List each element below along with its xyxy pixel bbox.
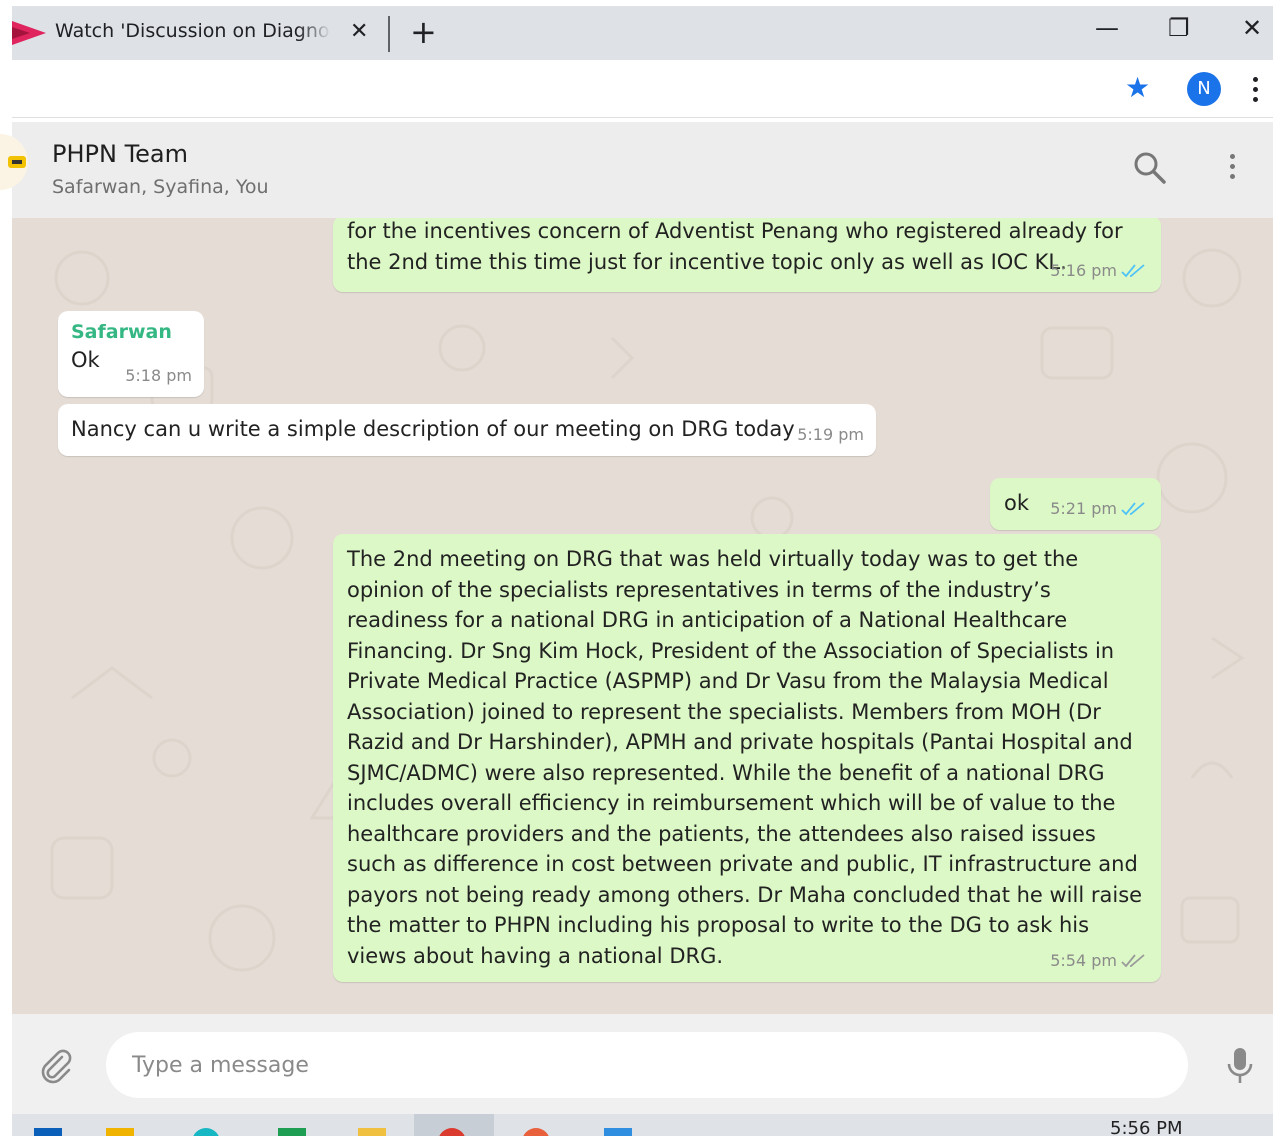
message-bubble[interactable]: The 2nd meeting on DRG that was held vir…	[333, 534, 1161, 982]
message-bubble[interactable]: Safarwan Ok 5:18 pm	[58, 311, 204, 397]
group-avatar[interactable]	[0, 134, 28, 190]
os-taskbar: 5:56 PM	[12, 1114, 1273, 1136]
message-meta: 5:16 pm	[1050, 256, 1147, 287]
chat-messages[interactable]: for the incentives concern of Adventist …	[12, 218, 1273, 1014]
message-time: 5:54 pm	[1050, 950, 1117, 970]
search-icon[interactable]	[1132, 150, 1168, 186]
message-text: Ok	[71, 348, 100, 372]
message-input[interactable]	[106, 1032, 1188, 1098]
delivered-ticks-icon	[1121, 954, 1145, 968]
message-text: ok	[1004, 491, 1030, 515]
browser-menu-icon[interactable]	[1245, 74, 1265, 104]
close-tab-icon[interactable]: ✕	[350, 19, 368, 45]
message-composer	[12, 1014, 1273, 1114]
paperclip-icon[interactable]	[38, 1048, 74, 1084]
read-ticks-icon	[1121, 264, 1145, 278]
restore-button[interactable]: ❐	[1168, 14, 1190, 42]
chat-members: Safarwan, Syafina, You	[52, 176, 269, 198]
tab-separator	[388, 16, 390, 52]
play-icon	[12, 21, 46, 45]
browser-toolbar: ★ N	[12, 60, 1273, 118]
message-time: 5:21 pm	[1050, 498, 1117, 518]
message-time: 5:16 pm	[1050, 260, 1117, 280]
message-meta: 5:18 pm	[125, 361, 192, 392]
folder-icon[interactable]	[358, 1128, 386, 1136]
message-text: for the incentives concern of Adventist …	[347, 219, 1123, 274]
chat-menu-icon[interactable]	[1222, 150, 1242, 186]
new-tab-button[interactable]: +	[410, 14, 437, 50]
chat-title: PHPN Team	[52, 140, 189, 168]
start-icon[interactable]	[34, 1128, 62, 1136]
message-meta: 5:19 pm	[797, 420, 864, 451]
app-icon[interactable]	[522, 1128, 550, 1136]
read-ticks-icon	[1121, 502, 1145, 516]
browser-tab-strip: Watch 'Discussion on Diagnosis-related ✕…	[12, 6, 1273, 60]
message-bubble[interactable]: ok 5:21 pm	[990, 478, 1161, 530]
message-meta: 5:54 pm	[1050, 946, 1147, 977]
excel-icon[interactable]	[278, 1128, 306, 1136]
edge-icon[interactable]	[192, 1128, 220, 1136]
minimize-button[interactable]: —	[1095, 14, 1119, 42]
file-explorer-icon[interactable]	[106, 1128, 134, 1136]
window-close-button[interactable]: ✕	[1242, 14, 1262, 42]
message-bubble[interactable]: for the incentives concern of Adventist …	[333, 218, 1161, 292]
message-text: The 2nd meeting on DRG that was held vir…	[347, 547, 1143, 968]
group-logo-icon	[8, 156, 26, 168]
message-bubble[interactable]: Nancy can u write a simple description o…	[58, 404, 876, 456]
star-icon[interactable]: ★	[1125, 73, 1150, 103]
browser-tab[interactable]: Watch 'Discussion on Diagnosis-related ✕	[12, 6, 387, 60]
message-sender: Safarwan	[71, 321, 172, 343]
message-meta: 5:21 pm	[1050, 494, 1147, 525]
message-time: 5:19 pm	[797, 424, 864, 444]
message-time: 5:18 pm	[125, 365, 192, 385]
tab-title: Watch 'Discussion on Diagnosis-related	[55, 20, 331, 42]
microphone-icon[interactable]	[1226, 1046, 1254, 1086]
chat-header[interactable]: PHPN Team Safarwan, Syafina, You	[0, 122, 1273, 218]
mail-icon[interactable]	[604, 1128, 632, 1136]
message-text: Nancy can u write a simple description o…	[71, 417, 795, 441]
taskbar-clock[interactable]: 5:56 PM	[1110, 1119, 1183, 1136]
profile-avatar[interactable]: N	[1187, 72, 1221, 106]
